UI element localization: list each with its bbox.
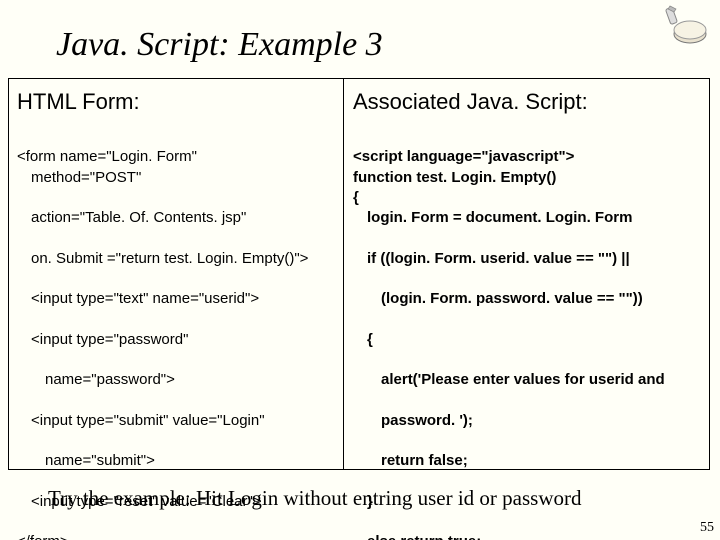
code-line: if ((login. Form. userid. value == "") |… <box>353 249 703 269</box>
code-line: password. '); <box>353 411 703 431</box>
javascript-code: <script language="javascript"> function … <box>353 127 703 540</box>
right-heading: Associated Java. Script: <box>353 89 703 115</box>
code-line: </form> <box>17 533 69 540</box>
code-line: function test. Login. Empty() <box>353 169 556 186</box>
code-line: <script language="javascript"> <box>353 148 574 165</box>
code-line: { <box>353 330 703 350</box>
slide-title: Java. Script: Example 3 <box>56 26 383 64</box>
code-line: login. Form = document. Login. Form <box>353 208 703 228</box>
code-line: method="POST" <box>17 168 333 188</box>
footer-note: Try the example: Hit Login without entri… <box>48 486 582 511</box>
decoration-icon <box>660 4 712 46</box>
code-line: alert('Please enter values for userid an… <box>353 370 703 390</box>
code-line: on. Submit ="return test. Login. Empty()… <box>17 249 333 269</box>
left-heading: HTML Form: <box>17 89 333 115</box>
code-line: return false; <box>353 451 703 471</box>
code-line: name="password"> <box>17 370 333 390</box>
code-line: <input type="text" name="userid"> <box>17 289 333 309</box>
code-line: (login. Form. password. value == "")) <box>353 289 703 309</box>
code-line: { <box>353 189 359 206</box>
code-line: <form name="Login. Form" <box>17 148 197 165</box>
content-box: HTML Form: <form name="Login. Form" meth… <box>8 78 710 470</box>
code-line: <input type="password" <box>17 330 333 350</box>
code-line: else return true; <box>353 532 703 540</box>
page-number: 55 <box>700 520 714 536</box>
html-form-code: <form name="Login. Form" method="POST" a… <box>17 127 333 540</box>
left-column: HTML Form: <form name="Login. Form" meth… <box>9 79 343 540</box>
code-line: name="submit"> <box>17 451 333 471</box>
code-line: <input type="submit" value="Login" <box>17 411 333 431</box>
right-column: Associated Java. Script: <script languag… <box>345 79 711 540</box>
slide: Java. Script: Example 3 HTML Form: <form… <box>0 0 720 540</box>
vertical-divider <box>343 79 344 469</box>
code-line: action="Table. Of. Contents. jsp" <box>17 208 333 228</box>
